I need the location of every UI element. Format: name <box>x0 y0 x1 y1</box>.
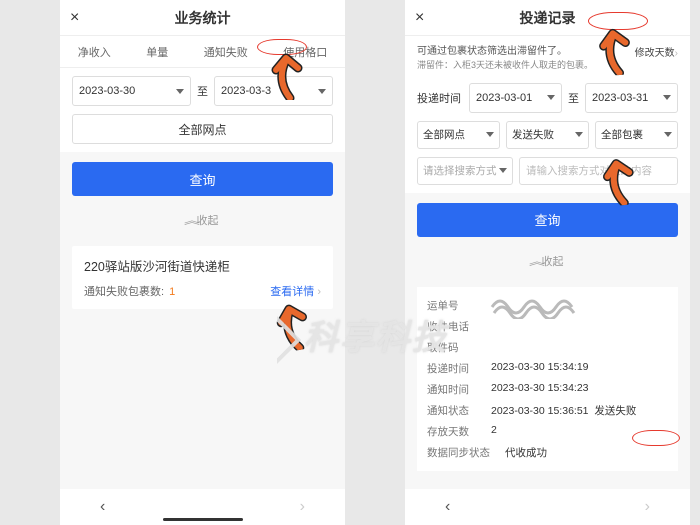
annotation-arrow <box>596 26 641 77</box>
all-sites-button[interactable]: 全部网点 <box>72 114 333 144</box>
close-icon[interactable]: × <box>70 9 79 27</box>
caret-down-icon <box>664 132 672 137</box>
status-select[interactable]: 发送失败 <box>506 121 589 149</box>
code-value <box>491 340 668 355</box>
bottom-nav: ‹ › <box>405 489 690 525</box>
tab-income[interactable]: 净收入 <box>74 38 115 66</box>
deliver-time-value: 2023-03-30 15:34:19 <box>491 361 668 376</box>
caret-down-icon <box>663 95 671 100</box>
fail-count-label: 通知失败包裹数: 1 <box>84 283 175 299</box>
nav-next: › <box>645 498 650 516</box>
nav-prev[interactable]: ‹ <box>445 498 450 516</box>
fail-count-value: 1 <box>169 286 175 298</box>
date-separator: 至 <box>197 83 208 99</box>
date-to-value: 2023-03-3 <box>221 85 271 97</box>
redaction-scribble <box>490 293 580 319</box>
tip-banner: 可通过包裹状态筛选出滞留件了。 滞留件：入柜3天还未被收件人取走的包裹。 修改天… <box>405 36 690 75</box>
phone-right: × 投递记录 可通过包裹状态筛选出滞留件了。 滞留件：入柜3天还未被收件人取走的… <box>405 0 690 525</box>
caret-down-icon <box>547 95 555 100</box>
days-label: 存放天数 <box>427 424 491 439</box>
deliver-time-label: 投递时间 <box>427 361 491 376</box>
chevron-up-icon: ︽ <box>529 253 545 268</box>
annotation-arrow <box>600 155 647 207</box>
nav-next: › <box>300 498 305 516</box>
code-label: 取件码 <box>427 340 491 355</box>
nav-prev[interactable]: ‹ <box>100 498 105 516</box>
bottom-nav: ‹ › <box>60 489 345 525</box>
sync-value: 代收成功 <box>505 445 668 460</box>
notify-status-time: 2023-03-30 15:36:51 <box>491 405 589 417</box>
home-indicator <box>163 518 243 521</box>
site-select[interactable]: 全部网点 <box>417 121 500 149</box>
view-detail-link[interactable]: 查看详情 › <box>270 283 321 299</box>
card-title: 220驿站版沙河街道快递柜 <box>84 256 321 275</box>
caret-down-icon <box>575 132 583 137</box>
annotation-arrow <box>270 52 312 100</box>
date-from-value: 2023-03-30 <box>79 85 135 97</box>
phone-label: 收件电话 <box>427 319 491 334</box>
query-button[interactable]: 查询 <box>72 162 333 196</box>
query-button[interactable]: 查询 <box>417 203 678 237</box>
tab-notify-fail[interactable]: 通知失败 <box>200 38 252 66</box>
filters: 投递时间 2023-03-01 至 2023-03-31 全部网点 发送失败 全… <box>405 75 690 193</box>
notify-status-label: 通知状态 <box>427 403 491 418</box>
search-input[interactable]: 请输入搜索方式对应的内容 <box>519 157 678 185</box>
date-from[interactable]: 2023-03-30 <box>72 76 191 106</box>
date-separator: 至 <box>568 90 579 106</box>
date-to[interactable]: 2023-03-31 <box>585 83 678 113</box>
page-title: 业务统计 <box>60 8 345 28</box>
chevron-up-icon: ︽ <box>184 212 200 227</box>
phone-value <box>491 319 668 334</box>
annotation-arrow <box>272 299 322 354</box>
header: × 业务统计 <box>60 0 345 36</box>
caret-down-icon <box>499 168 507 173</box>
sync-label: 数据同步状态 <box>427 445 505 460</box>
tab-volume[interactable]: 单量 <box>142 38 172 66</box>
close-icon[interactable]: × <box>415 9 424 27</box>
chevron-right-icon: › <box>675 48 678 59</box>
fold-toggle[interactable]: ︽收起 <box>405 247 690 279</box>
modify-days-link[interactable]: 修改天数› <box>635 44 678 59</box>
annotation-oval <box>632 430 680 446</box>
fold-toggle[interactable]: ︽收起 <box>60 206 345 238</box>
caret-down-icon <box>176 89 184 94</box>
search-mode-select[interactable]: 请选择搜索方式 <box>417 157 513 185</box>
chevron-right-icon: › <box>317 286 321 298</box>
caret-down-icon <box>486 132 494 137</box>
notify-status-value: 发送失败 <box>594 405 636 417</box>
caret-down-icon <box>318 89 326 94</box>
notify-time-label: 通知时间 <box>427 382 491 397</box>
result-card: 220驿站版沙河街道快递柜 通知失败包裹数: 1 查看详情 › <box>72 246 333 309</box>
date-from[interactable]: 2023-03-01 <box>469 83 562 113</box>
notify-time-value: 2023-03-30 15:34:23 <box>491 382 668 397</box>
tracking-label: 运单号 <box>427 298 491 313</box>
date-label: 投递时间 <box>417 90 461 106</box>
package-select[interactable]: 全部包裹 <box>595 121 678 149</box>
tip-line2: 滞留件：入柜3天还未被收件人取走的包裹。 <box>417 59 629 73</box>
page-title: 投递记录 <box>405 8 690 28</box>
